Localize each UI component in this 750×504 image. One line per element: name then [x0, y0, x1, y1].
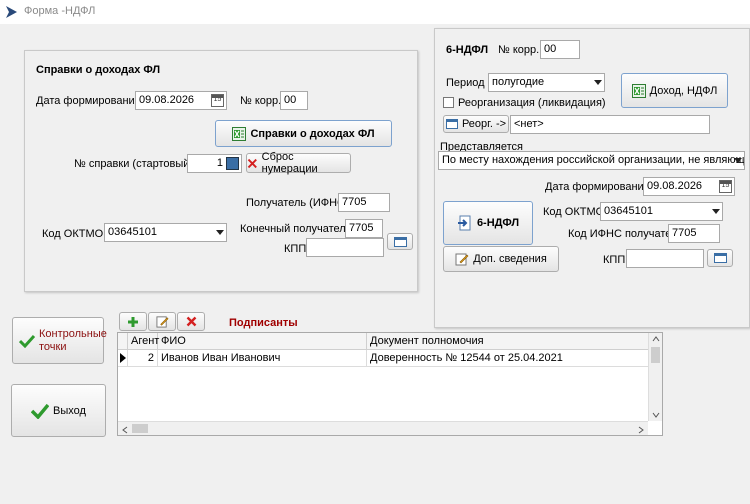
app-logo-icon [6, 6, 17, 18]
reset-numbering-button[interactable]: Сброс нумерации [246, 151, 351, 175]
chevron-down-icon [594, 80, 602, 85]
ndfl6-oktmo-select[interactable]: 03645101 [600, 202, 723, 221]
extra-info-button[interactable]: Доп. сведения [443, 246, 559, 272]
chevron-left-icon[interactable] [122, 426, 128, 434]
recipient-field[interactable]: 7705 [338, 193, 390, 212]
edit-signer-button[interactable] [148, 312, 176, 331]
start-num-label: № справки (стартовый) [74, 158, 194, 170]
edit-icon [155, 316, 168, 328]
ndfl6-button[interactable]: 6-НДФЛ [443, 201, 533, 245]
cell-agent[interactable]: 2 [128, 350, 158, 367]
ifns-field[interactable]: 7705 [668, 224, 720, 243]
spravki-date-label: Дата формирования [36, 95, 141, 107]
spravki-report-button[interactable]: Справки о доходах ФЛ [215, 120, 392, 147]
title-bar: Форма -НДФЛ [0, 0, 750, 24]
row-indicator [118, 350, 128, 367]
chevron-down-icon[interactable] [652, 412, 660, 418]
ndfl6-kpp-label: КПП [603, 254, 626, 266]
recipient-label: Получатель (ИФНС) [246, 197, 349, 209]
chevron-up-icon[interactable] [652, 336, 660, 342]
signers-title: Подписанты [229, 317, 298, 329]
header-indicator [118, 333, 128, 350]
export-icon [457, 215, 471, 231]
reorg-checkbox[interactable] [443, 97, 454, 108]
presented-select[interactable]: По месту нахождения российской организац… [438, 151, 745, 170]
spravki-panel-title: Справки о доходах ФЛ [36, 64, 161, 76]
ndfl6-date-field[interactable]: 09.08.2026 15 [643, 177, 735, 196]
column-header-doc[interactable]: Документ полномочия [367, 333, 649, 350]
ndfl6-korr-field[interactable]: 00 [540, 40, 580, 59]
start-num-field[interactable]: 1 [187, 154, 242, 173]
spravki-korr-label: № корр. [240, 95, 282, 107]
reorg-checkbox-label: Реорганизация (ликвидация) [458, 97, 606, 109]
income-ndfl-button[interactable]: Доход, НДФЛ [621, 73, 728, 108]
row-pointer-icon [120, 353, 126, 363]
horizontal-scrollbar[interactable] [118, 421, 648, 435]
spravki-kpp-label: КПП [284, 243, 307, 255]
ndfl6-title: 6-НДФЛ [446, 44, 489, 56]
delete-signer-button[interactable] [177, 312, 205, 331]
ndfl6-kpp-field[interactable] [626, 249, 704, 268]
spravki-oktmo-select[interactable]: 03645101 [104, 223, 227, 242]
spravki-korr-field[interactable]: 00 [280, 91, 308, 110]
edit-icon [455, 253, 469, 266]
chevron-down-icon [712, 209, 720, 214]
form-icon [445, 119, 458, 129]
vertical-scrollbar[interactable] [648, 333, 662, 421]
calculator-icon[interactable] [226, 157, 239, 170]
column-header-agent[interactable]: Агент [128, 333, 159, 350]
add-signer-button[interactable] [119, 312, 147, 331]
calendar-icon[interactable]: 15 [211, 94, 224, 107]
spravki-oktmo-label: Код ОКТМО [42, 228, 104, 240]
calendar-icon[interactable]: 15 [719, 180, 732, 193]
spravki-date-field[interactable]: 09.08.2026 15 [135, 91, 227, 110]
spravki-kpp-field[interactable] [306, 238, 384, 257]
final-recipient-label: Конечный получатель [240, 223, 352, 235]
form-icon [393, 236, 407, 247]
checkmark-icon [19, 334, 35, 348]
exit-button[interactable]: Выход [11, 384, 106, 437]
ndfl6-date-label: Дата формирования [545, 181, 650, 193]
ndfl6-korr-label: № корр. [498, 44, 540, 56]
plus-icon [128, 316, 138, 327]
ndfl6-kpp-picker-button[interactable] [707, 249, 733, 267]
final-recipient-field[interactable]: 7705 [345, 219, 383, 238]
chevron-down-icon [216, 230, 224, 235]
form-icon [713, 253, 727, 263]
ifns-label: Код ИФНС получателя [568, 228, 684, 240]
vertical-scroll-thumb[interactable] [651, 347, 660, 363]
horizontal-scroll-thumb[interactable] [132, 424, 148, 433]
column-header-fio[interactable]: ФИО [158, 333, 367, 350]
reorg-button[interactable]: Реорг. -> [443, 115, 509, 133]
chevron-right-icon[interactable] [638, 426, 644, 434]
ndfl6-oktmo-label: Код ОКТМО [543, 206, 605, 218]
excel-icon [232, 126, 247, 141]
checkmark-icon [31, 403, 50, 419]
signers-table: Агент ФИО Документ полномочия 2 Иванов И… [117, 332, 663, 436]
period-label: Период [446, 77, 485, 89]
window-title: Форма -НДФЛ [24, 5, 96, 17]
chevron-down-icon [734, 158, 742, 163]
table-header: Агент ФИО Документ полномочия [118, 333, 649, 350]
cell-doc[interactable]: Доверенность № 12544 от 25.04.2021 [367, 350, 649, 367]
close-icon [186, 316, 196, 327]
cell-fio[interactable]: Иванов Иван Иванович [158, 350, 367, 367]
excel-icon [631, 83, 646, 98]
period-select[interactable]: полугодие [488, 73, 605, 92]
spravki-kpp-picker-button[interactable] [387, 233, 413, 250]
reorg-value-field[interactable]: <нет> [510, 115, 710, 134]
close-icon [247, 158, 257, 168]
control-points-button[interactable]: Контрольные точки [12, 317, 107, 364]
